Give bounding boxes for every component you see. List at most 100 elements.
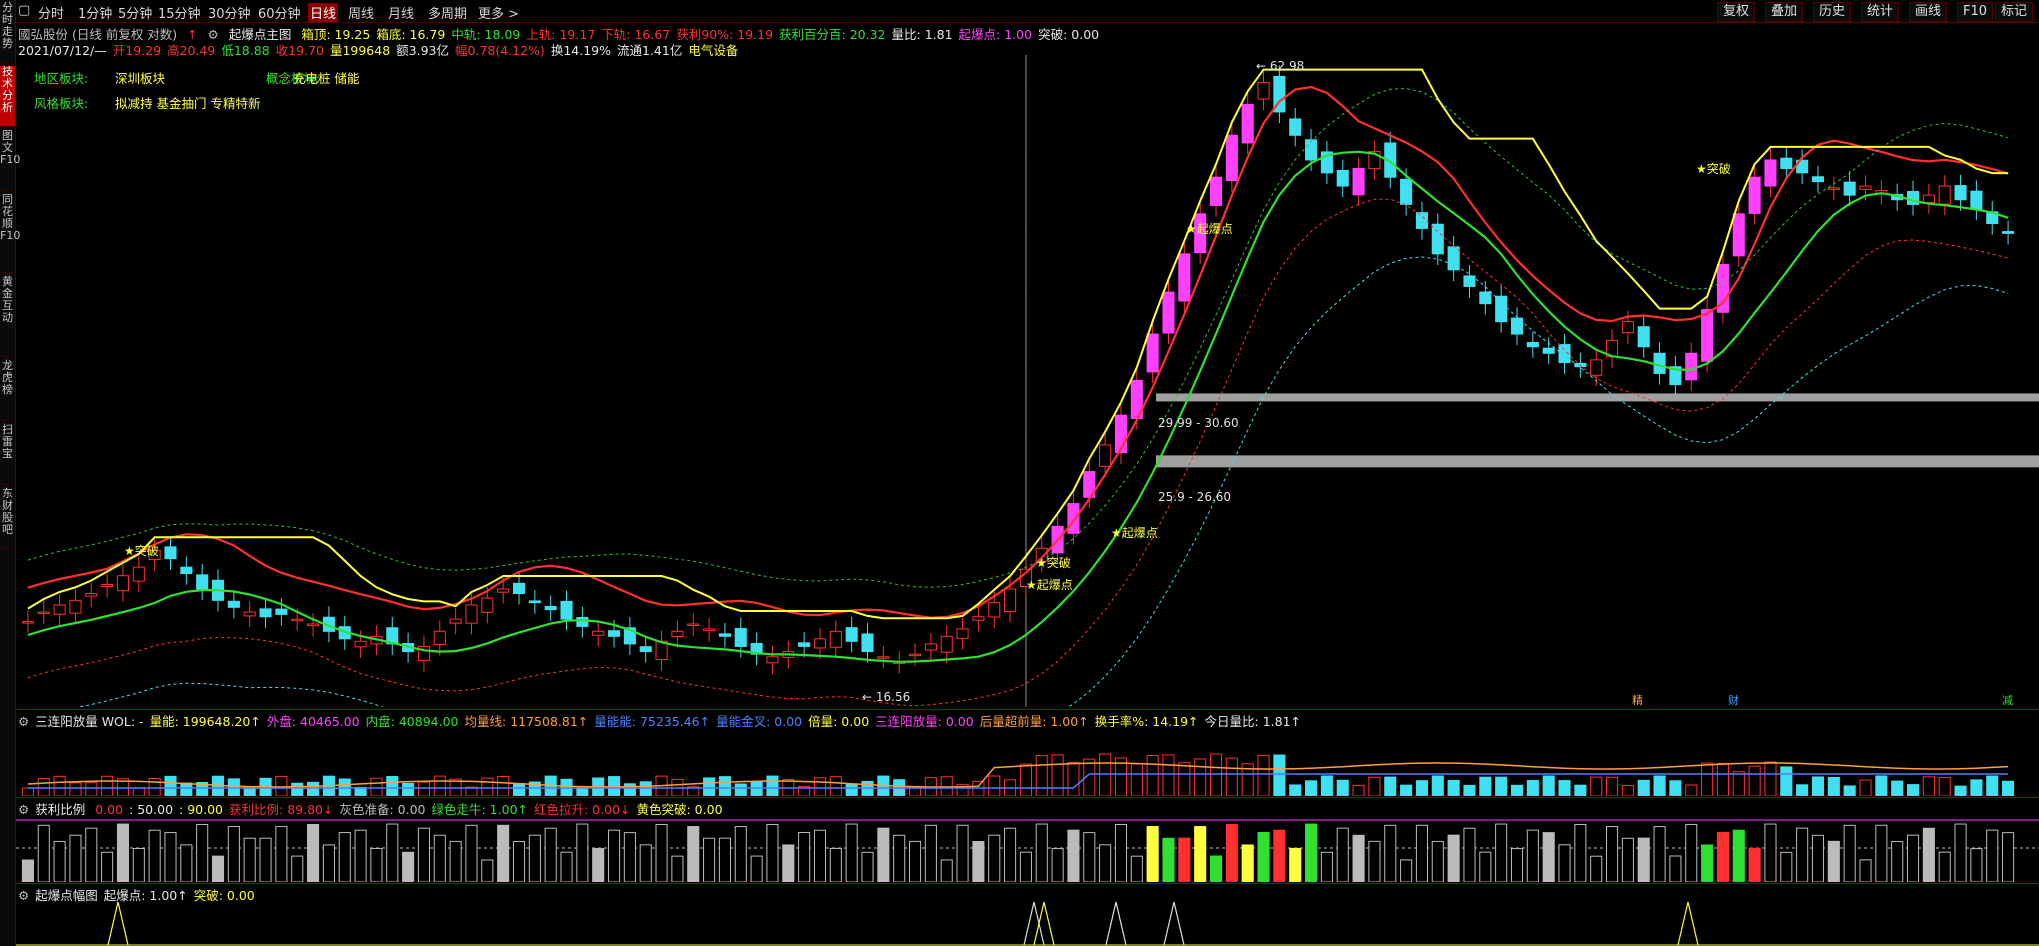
volume-bar bbox=[1986, 775, 1999, 796]
band1-label: 29.99 - 30.60 bbox=[1158, 416, 1239, 430]
period-tab-5[interactable]: 60分钟 bbox=[258, 3, 301, 22]
period-tab-7[interactable]: 周线 bbox=[348, 3, 374, 22]
profit-ratio-chart[interactable] bbox=[16, 814, 2039, 882]
profit-bar bbox=[243, 837, 256, 882]
candle-body bbox=[845, 627, 858, 642]
candle-body bbox=[1859, 185, 1872, 190]
profit-bar bbox=[1305, 823, 1318, 882]
profit-bar bbox=[291, 855, 304, 882]
burst-spike bbox=[1677, 901, 1699, 946]
candle-body bbox=[37, 611, 50, 615]
toolbar-btn-4[interactable]: 画线 bbox=[1909, 2, 1948, 22]
side-tab-5[interactable]: 龙虎榜 bbox=[0, 360, 15, 421]
volume-bar bbox=[1716, 762, 1729, 796]
candle-body bbox=[1526, 342, 1539, 348]
toolbar-btn-2[interactable]: 历史 bbox=[1813, 2, 1852, 22]
profit-bar bbox=[1574, 823, 1587, 882]
profit-bar bbox=[1542, 832, 1555, 882]
profit-bar bbox=[1067, 829, 1080, 882]
toolbar-btn-1[interactable]: 叠加 bbox=[1765, 2, 1804, 22]
candle-body bbox=[956, 628, 969, 639]
period-tab-1[interactable]: 1分钟 bbox=[78, 3, 112, 22]
candle-body bbox=[69, 599, 82, 614]
profit-bar bbox=[1685, 823, 1698, 882]
period-tab-4[interactable]: 30分钟 bbox=[208, 3, 251, 22]
volume-bar bbox=[433, 775, 446, 796]
profit-bar bbox=[1035, 823, 1048, 882]
profit-bar bbox=[703, 837, 716, 882]
volume-bar bbox=[1273, 754, 1286, 796]
toolbar-btn-6[interactable]: 标记 bbox=[1995, 2, 2034, 22]
profit-bar bbox=[877, 827, 890, 882]
toolbar-btn-0[interactable]: 复权 bbox=[1717, 2, 1756, 22]
volume-bar bbox=[1019, 763, 1032, 796]
volume-bar bbox=[813, 777, 827, 796]
volume-bar bbox=[1701, 762, 1714, 796]
side-tab-3[interactable]: 同花顺F10 bbox=[0, 194, 20, 273]
profit-bar bbox=[1637, 837, 1650, 882]
period-tab-6[interactable]: 日线 bbox=[308, 3, 339, 22]
candle-body bbox=[259, 608, 272, 618]
candle-body bbox=[1542, 347, 1555, 354]
profit-bar bbox=[560, 851, 573, 882]
profit-bar bbox=[275, 826, 288, 882]
profit-bar bbox=[307, 823, 320, 882]
side-tab-6[interactable]: 扫雷宝 bbox=[0, 424, 15, 485]
profit-bar bbox=[132, 848, 145, 882]
toolbar-menu-icon[interactable]: ▢ bbox=[18, 3, 30, 18]
side-tab-7[interactable]: 东财股吧 bbox=[0, 488, 15, 549]
profit-bar bbox=[354, 829, 367, 882]
volume-bar bbox=[1875, 775, 1888, 796]
period-tab-9[interactable]: 多周期 bbox=[428, 3, 467, 22]
candle-body bbox=[940, 635, 953, 653]
profit-bar bbox=[180, 844, 193, 882]
profit-bar bbox=[481, 859, 494, 882]
profit-bar bbox=[1922, 827, 1935, 882]
side-tab-4[interactable]: 黄金互动 bbox=[0, 276, 15, 357]
volume-bar bbox=[1621, 785, 1634, 796]
burst-point-chart[interactable] bbox=[16, 900, 2039, 946]
toolbar-btn-3[interactable]: 统计 bbox=[1861, 2, 1900, 22]
candle-body bbox=[813, 638, 827, 649]
profit-bar bbox=[1194, 826, 1207, 882]
side-tab-0[interactable]: 分时走势 bbox=[0, 2, 15, 63]
profit-bar bbox=[1162, 837, 1175, 882]
toolbar-btn-5[interactable]: F10 bbox=[1957, 2, 1994, 22]
event-jian-marker: 减 bbox=[2002, 694, 2013, 707]
candle-body bbox=[1241, 103, 1254, 144]
volume-bar bbox=[1336, 779, 1349, 796]
profit-bar bbox=[1289, 847, 1302, 882]
candle-body bbox=[1970, 190, 1983, 210]
kline-chart-area[interactable]: ← 62.98 ← 16.56 29.99 - 30.60 25.9 - 26.60 ★… bbox=[16, 55, 2039, 707]
candle-body bbox=[1209, 176, 1223, 206]
profit-bar bbox=[1906, 834, 1920, 882]
profit-bar bbox=[766, 823, 779, 882]
profit-bar bbox=[211, 855, 225, 882]
period-tab-3[interactable]: 15分钟 bbox=[158, 3, 201, 22]
candle-body bbox=[877, 656, 890, 659]
candle-body bbox=[924, 643, 937, 651]
profit-bar bbox=[845, 823, 858, 882]
profit-bar bbox=[1716, 831, 1729, 882]
period-tab-10[interactable]: 更多 > bbox=[478, 3, 519, 22]
side-tab-2[interactable]: 图文F10 bbox=[0, 130, 20, 191]
candle-body bbox=[512, 582, 526, 594]
profit-bar bbox=[512, 840, 526, 882]
volume-chart[interactable] bbox=[16, 726, 2039, 796]
profit-bar bbox=[1954, 823, 1967, 882]
profit-bar bbox=[1859, 859, 1872, 882]
profit-bar bbox=[433, 834, 446, 882]
profit-bar bbox=[370, 847, 383, 882]
candle-body bbox=[1431, 223, 1444, 255]
side-tab-1[interactable]: 技术分析 bbox=[0, 66, 15, 127]
period-tab-0[interactable]: 分时 bbox=[38, 3, 64, 22]
volume-bar bbox=[1764, 761, 1777, 796]
candle-body bbox=[829, 630, 842, 648]
candle-body bbox=[798, 642, 811, 647]
info-item-9: 突破: 0.00 bbox=[1038, 27, 1100, 42]
profit-bar bbox=[1986, 829, 1999, 882]
profit-bar bbox=[798, 832, 811, 882]
period-tab-8[interactable]: 月线 bbox=[388, 3, 414, 22]
volume-bar bbox=[386, 775, 399, 796]
period-tab-2[interactable]: 5分钟 bbox=[118, 3, 152, 22]
